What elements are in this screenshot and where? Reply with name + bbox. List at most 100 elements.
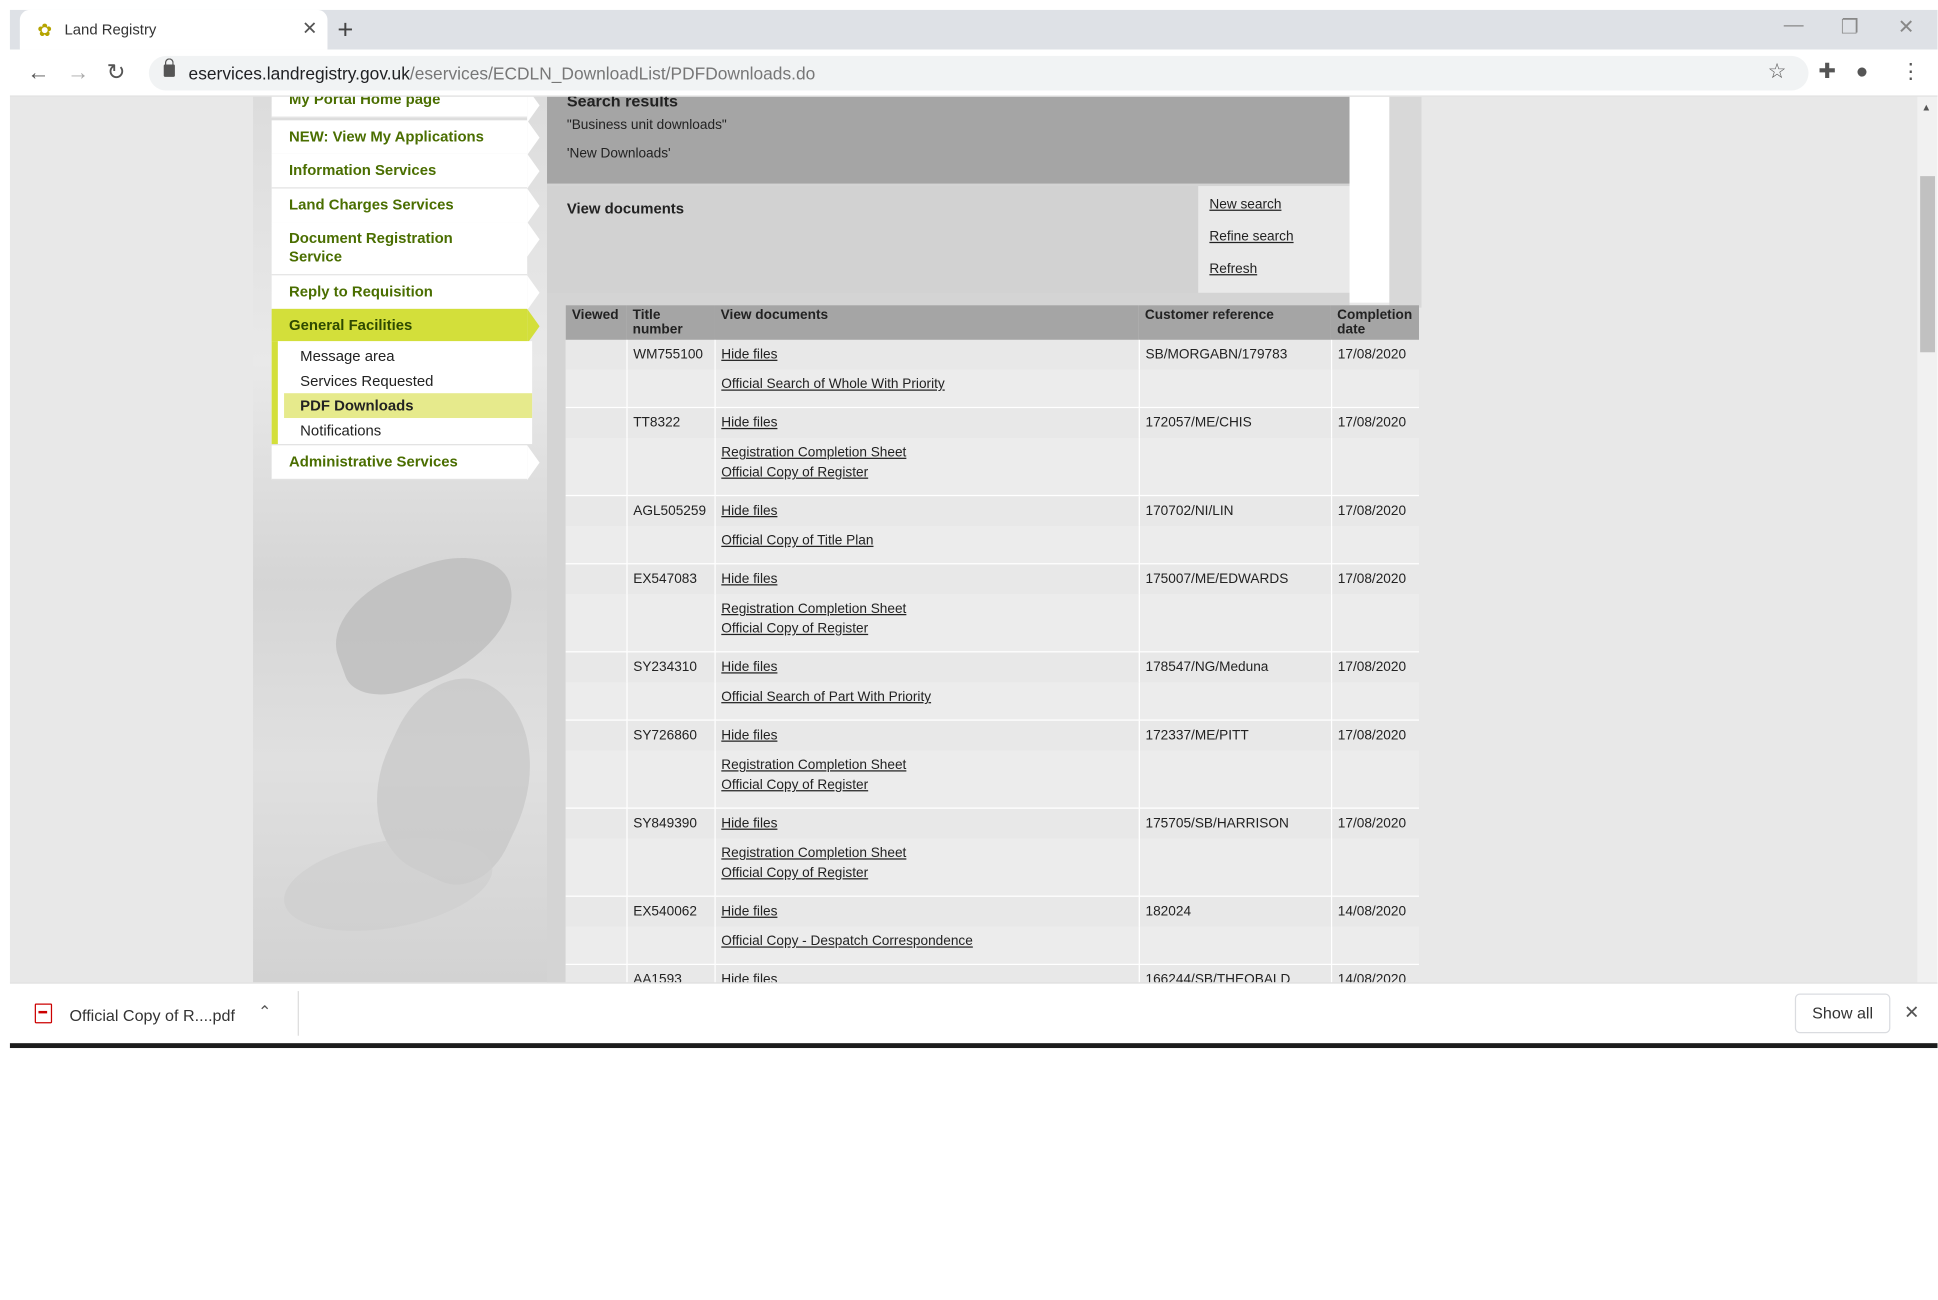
window-close-icon[interactable]: ✕ bbox=[1898, 15, 1915, 40]
completion-date-cell: 17/08/2020 bbox=[1330, 563, 1420, 595]
files-cell: Official Copy - Despatch Correspondence bbox=[714, 926, 1140, 966]
view-documents-cell: Hide files bbox=[714, 563, 1140, 595]
empty-cell bbox=[565, 926, 628, 966]
search-criteria-line: "Business unit downloads" bbox=[566, 117, 727, 133]
star-icon[interactable]: ☆ bbox=[1768, 60, 1787, 85]
empty-cell bbox=[1138, 525, 1332, 565]
submenu-item-notifications[interactable]: Notifications bbox=[284, 418, 532, 443]
table-header-row: Viewed Title number View documents Custo… bbox=[565, 305, 1420, 340]
lock-icon bbox=[163, 58, 175, 77]
sidebar-item-information-services[interactable]: Information Services bbox=[271, 153, 540, 189]
show-all-button[interactable]: Show all bbox=[1794, 993, 1891, 1034]
empty-cell bbox=[1138, 750, 1332, 809]
title-number-cell: EX547083 bbox=[626, 563, 716, 595]
completion-date-cell: 14/08/2020 bbox=[1330, 964, 1420, 983]
hide-files-link[interactable]: Hide files bbox=[721, 501, 1132, 521]
browser-tab[interactable]: ✿ Land Registry ✕ bbox=[19, 9, 328, 50]
url-text: eservices.landregistry.gov.uk/eservices/… bbox=[188, 63, 816, 84]
hide-files-link[interactable]: Hide files bbox=[721, 970, 1132, 982]
document-link[interactable]: Official Search of Part With Priority bbox=[721, 687, 1132, 707]
document-link[interactable]: Official Search of Whole With Priority bbox=[721, 375, 1132, 395]
submenu-item-message-area[interactable]: Message area bbox=[284, 344, 532, 369]
arrow-right-icon[interactable]: → bbox=[67, 60, 89, 86]
tab-title: Land Registry bbox=[64, 21, 157, 39]
scroll-thumb[interactable] bbox=[1920, 176, 1936, 353]
restore-icon[interactable]: ❐ bbox=[1841, 15, 1859, 40]
view-documents-title: View documents bbox=[566, 199, 685, 218]
kebab-menu-icon[interactable]: ⋮ bbox=[1900, 60, 1921, 85]
view-documents-panel: View documents bbox=[547, 186, 1199, 293]
download-item[interactable]: Official Copy of R....pdf bbox=[69, 1006, 235, 1025]
submenu-item-pdf-downloads[interactable]: PDF Downloads bbox=[284, 393, 533, 419]
results-table: Viewed Title number View documents Custo… bbox=[565, 305, 1420, 983]
document-link[interactable]: Registration Completion Sheet bbox=[721, 755, 1132, 775]
empty-cell bbox=[565, 838, 628, 897]
document-link[interactable]: Registration Completion Sheet bbox=[721, 599, 1132, 619]
close-icon[interactable]: ✕ bbox=[302, 17, 318, 40]
files-cell: Registration Completion Sheet Official Co… bbox=[714, 437, 1140, 497]
hide-files-link[interactable]: Hide files bbox=[721, 345, 1132, 365]
chevron-up-icon[interactable]: ⌃ bbox=[258, 1002, 272, 1022]
sidebar-item-reply-requisition[interactable]: Reply to Requisition bbox=[271, 275, 540, 311]
document-link[interactable]: Registration Completion Sheet bbox=[721, 443, 1132, 463]
table-row-files: Registration Completion Sheet Official Co… bbox=[565, 594, 1420, 653]
empty-cell bbox=[1138, 437, 1332, 497]
table-row-files: Official Copy - Despatch Correspondence bbox=[565, 926, 1420, 966]
puzzle-icon[interactable]: ✚ bbox=[1818, 60, 1836, 85]
document-link[interactable]: Official Copy of Register bbox=[721, 619, 1132, 639]
scroll-up-icon[interactable]: ▲ bbox=[1921, 102, 1931, 113]
sidebar-item-view-applications[interactable]: NEW: View My Applications bbox=[271, 120, 540, 156]
completion-date-cell: 17/08/2020 bbox=[1330, 495, 1420, 526]
hide-files-link[interactable]: Hide files bbox=[721, 726, 1132, 746]
document-link[interactable]: Registration Completion Sheet bbox=[721, 843, 1132, 863]
empty-cell bbox=[626, 594, 716, 653]
account-icon[interactable]: ● bbox=[1856, 60, 1869, 85]
empty-cell bbox=[1138, 838, 1332, 897]
document-link[interactable]: Official Copy of Register bbox=[721, 863, 1132, 883]
new-search-link[interactable]: New search bbox=[1209, 197, 1281, 212]
document-link[interactable]: Official Copy of Register bbox=[721, 463, 1132, 483]
address-bar[interactable]: eservices.landregistry.gov.uk/eservices/… bbox=[148, 55, 1809, 91]
hide-files-link[interactable]: Hide files bbox=[721, 814, 1132, 834]
submenu-item-services-requested[interactable]: Services Requested bbox=[284, 368, 532, 393]
sidebar-item-administrative-services[interactable]: Administrative Services bbox=[271, 445, 540, 481]
customer-reference-cell: 172057/ME/CHIS bbox=[1138, 407, 1332, 438]
document-link[interactable]: Official Copy of Title Plan bbox=[721, 531, 1132, 551]
refine-search-link[interactable]: Refine search bbox=[1209, 229, 1293, 244]
files-cell: Registration Completion Sheet Official Co… bbox=[714, 750, 1140, 809]
sidebar-item-land-charges[interactable]: Land Charges Services bbox=[271, 188, 540, 224]
sidebar-item-general-facilities[interactable]: General Facilities bbox=[271, 308, 540, 344]
refresh-link[interactable]: Refresh bbox=[1209, 262, 1257, 277]
view-documents-cell: Hide files bbox=[714, 651, 1140, 683]
table-row-files: Official Search of Whole With Priority bbox=[565, 369, 1420, 409]
view-documents-cell: Hide files bbox=[714, 495, 1140, 526]
empty-cell bbox=[626, 926, 716, 966]
hide-files-link[interactable]: Hide files bbox=[721, 413, 1132, 433]
table-row: TT8322 Hide files 172057/ME/CHIS 17/08/2020 bbox=[565, 407, 1420, 438]
new-tab-icon[interactable]: + bbox=[337, 14, 353, 46]
close-icon[interactable]: ✕ bbox=[1904, 1001, 1920, 1023]
results-margin bbox=[547, 305, 566, 983]
arrow-left-icon[interactable]: ← bbox=[27, 60, 49, 86]
customer-reference-cell: 175007/ME/EDWARDS bbox=[1138, 563, 1332, 595]
reload-icon[interactable]: ↻ bbox=[107, 60, 126, 86]
page-scrollbar[interactable]: ▲ bbox=[1917, 96, 1938, 983]
document-link[interactable]: Official Copy of Register bbox=[721, 775, 1132, 795]
table-row-files: Registration Completion Sheet Official Co… bbox=[565, 437, 1420, 497]
search-results-title: Search results bbox=[566, 96, 679, 111]
hide-files-link[interactable]: Hide files bbox=[721, 902, 1132, 922]
title-number-cell: EX540062 bbox=[626, 896, 716, 927]
satellite-image bbox=[1389, 96, 1422, 308]
completion-date-cell: 17/08/2020 bbox=[1330, 808, 1420, 839]
viewed-cell bbox=[565, 964, 628, 983]
minimize-icon[interactable]: — bbox=[1784, 15, 1804, 37]
sidebar-item-portal-home[interactable]: My Portal Home page bbox=[271, 96, 540, 123]
hide-files-link[interactable]: Hide files bbox=[721, 569, 1132, 589]
document-link[interactable]: Official Copy - Despatch Correspondence bbox=[721, 932, 1132, 952]
sidebar-item-document-registration[interactable]: Document Registration Service bbox=[271, 222, 540, 276]
table-row: WM755100 Hide files SB/MORGABN/179783 17/08… bbox=[565, 339, 1420, 370]
hide-files-link[interactable]: Hide files bbox=[721, 657, 1132, 677]
view-documents-cell: Hide files bbox=[714, 407, 1140, 438]
viewed-cell bbox=[565, 896, 628, 927]
title-number-cell: AA1593 bbox=[626, 964, 716, 983]
